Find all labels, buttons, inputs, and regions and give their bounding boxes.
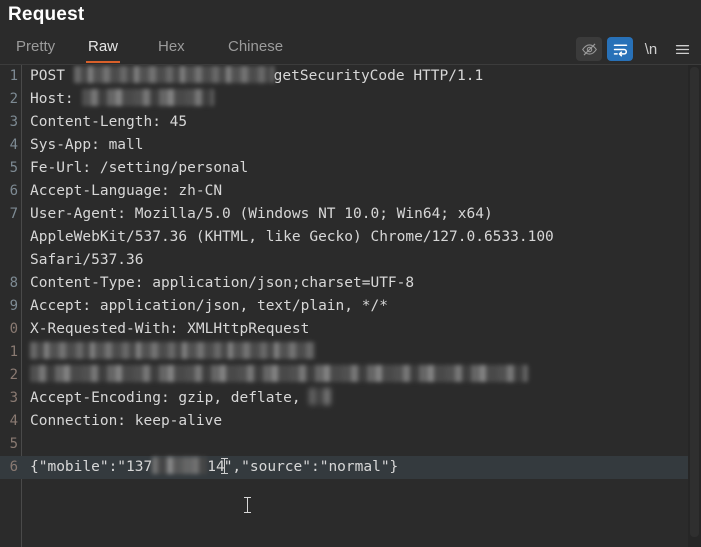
request-viewer-panel: Request Pretty Raw Hex Chinese \n 1 POST…: [0, 0, 701, 547]
raw-request-editor[interactable]: 1 POST getSecurityCode HTTP/1.1 2 Host: 3 Co…: [0, 65, 701, 547]
tab-hex-label: Hex: [158, 38, 185, 55]
code-line-text: AppleWebKit/537.36 (KHTML, like Gecko) C…: [23, 226, 688, 249]
newline-toggle-button[interactable]: \n: [638, 37, 664, 61]
code-text-run: getSecurityCode HTTP/1.1: [273, 68, 484, 84]
code-text-run: Accept: application/json, text/plain, */…: [30, 298, 388, 314]
code-text-run: Accept-Language: zh-CN: [30, 183, 223, 199]
code-line[interactable]: 3 Content-Length: 45: [10, 111, 688, 134]
code-text-run: Safari/537.36: [30, 252, 144, 268]
code-line[interactable]: 5: [10, 433, 688, 456]
editor-toolbar: \n: [576, 34, 695, 64]
redacted-text: [309, 388, 332, 405]
code-text-run: Content-Length: 45: [30, 114, 188, 130]
code-line-text: User-Agent: Mozilla/5.0 (Windows NT 10.0…: [23, 203, 688, 226]
line-number: 4: [9, 137, 18, 153]
code-line[interactable]: AppleWebKit/537.36 (KHTML, like Gecko) C…: [23, 226, 688, 249]
line-number: 8: [9, 275, 18, 291]
tab-raw[interactable]: Raw: [78, 34, 128, 64]
text-caret: [220, 458, 228, 474]
code-line[interactable]: 7 User-Agent: Mozilla/5.0 (Windows NT 10.…: [10, 203, 688, 226]
line-number: 5: [9, 160, 18, 176]
code-text-run: POST: [30, 68, 74, 84]
line-number: 9: [9, 298, 18, 314]
code-line-text: Fe-Url: /setting/personal: [23, 157, 688, 180]
line-number: 0: [9, 321, 18, 337]
code-line[interactable]: 1: [10, 341, 688, 364]
code-text-run: ","source":"normal"}: [223, 459, 399, 475]
code-text-run: User-Agent: Mozilla/5.0 (Windows NT 10.0…: [30, 206, 493, 222]
code-line[interactable]: 6 Accept-Language: zh-CN: [10, 180, 688, 203]
vertical-scrollbar-thumb[interactable]: [690, 67, 699, 537]
code-line[interactable]: 2: [10, 364, 688, 387]
eye-slash-button[interactable]: [576, 37, 602, 61]
hamburger-menu-icon: [674, 41, 691, 58]
code-line[interactable]: 9 Accept: application/json, text/plain, *…: [10, 295, 688, 318]
line-number: 5: [9, 436, 18, 452]
code-line-text: Content-Length: 45: [23, 111, 688, 134]
code-line-text: [23, 341, 688, 364]
code-text-run: Content-Type: application/json;charset=U…: [30, 275, 415, 291]
code-line-text: Content-Type: application/json;charset=U…: [23, 272, 688, 295]
code-line[interactable]: 8 Content-Type: application/json;charset=…: [10, 272, 688, 295]
line-number: 1: [9, 344, 18, 360]
code-line[interactable]: Safari/537.36: [23, 249, 688, 272]
tab-chinese[interactable]: Chinese: [218, 34, 293, 64]
code-lines-container[interactable]: 1 POST getSecurityCode HTTP/1.1 2 Host: 3 Co…: [0, 65, 688, 547]
line-number: 7: [9, 206, 18, 222]
code-line[interactable]: 5 Fe-Url: /setting/personal: [10, 157, 688, 180]
page-title: Request: [8, 4, 85, 25]
eye-slash-icon: [581, 41, 598, 58]
line-number: 1: [9, 68, 18, 84]
vertical-scrollbar[interactable]: [688, 65, 701, 547]
code-text-run: Fe-Url: /setting/personal: [30, 160, 249, 176]
code-text-run: Sys-App: mall: [30, 137, 144, 153]
line-number: 2: [9, 367, 18, 383]
code-line[interactable]: 4 Connection: keep-alive: [10, 410, 688, 433]
tab-raw-label: Raw: [88, 38, 119, 55]
code-line-text: Safari/537.36: [23, 249, 688, 272]
tab-hex[interactable]: Hex: [148, 34, 195, 64]
code-line-text: [23, 364, 688, 387]
code-text-run: Connection: keep-alive: [30, 413, 223, 429]
code-text-run: AppleWebKit/537.36 (KHTML, like Gecko) C…: [30, 229, 554, 245]
line-number: 3: [9, 114, 18, 130]
newline-label: \n: [644, 40, 658, 58]
redacted-text: [30, 365, 528, 382]
code-line[interactable]: 4 Sys-App: mall: [10, 134, 688, 157]
code-line-text: Host:: [23, 88, 688, 111]
code-text-run: Accept-Encoding: gzip, deflate,: [30, 390, 310, 406]
line-number: 6: [9, 183, 18, 199]
redacted-text: [82, 89, 215, 106]
line-number: 6: [9, 459, 18, 475]
code-line-text: {"mobile":"137 14","source":"normal"}: [23, 456, 688, 479]
word-wrap-icon: [612, 41, 629, 58]
line-number: 4: [9, 413, 18, 429]
tab-chinese-label: Chinese: [228, 38, 284, 55]
code-line-text: Accept-Language: zh-CN: [23, 180, 688, 203]
tab-pretty[interactable]: Pretty: [6, 34, 65, 64]
code-line-text: Connection: keep-alive: [23, 410, 688, 433]
code-line-text: Accept: application/json, text/plain, */…: [23, 295, 688, 318]
redacted-text: [30, 342, 315, 359]
code-line[interactable]: 6 {"mobile":"137 14","source":"normal"}: [0, 456, 688, 479]
word-wrap-button[interactable]: [607, 37, 633, 61]
code-line-text: Sys-App: mall: [23, 134, 688, 157]
redacted-text: [152, 457, 208, 474]
code-line-text: POST getSecurityCode HTTP/1.1: [23, 65, 688, 88]
code-line-text: Accept-Encoding: gzip, deflate,: [23, 387, 688, 410]
code-text-run: {"mobile":"137: [30, 459, 153, 475]
code-line[interactable]: 1 POST getSecurityCode HTTP/1.1: [10, 65, 688, 88]
code-line[interactable]: 0 X-Requested-With: XMLHttpRequest: [10, 318, 688, 341]
code-line-text: X-Requested-With: XMLHttpRequest: [23, 318, 688, 341]
redacted-text: [73, 66, 274, 83]
tab-pretty-label: Pretty: [16, 38, 56, 55]
code-text-run: Host:: [30, 91, 83, 107]
code-line[interactable]: 2 Host:: [10, 88, 688, 111]
code-line[interactable]: 3 Accept-Encoding: gzip, deflate,: [10, 387, 688, 410]
menu-button[interactable]: [669, 37, 695, 61]
code-text-run: X-Requested-With: XMLHttpRequest: [30, 321, 310, 337]
line-number: 3: [9, 390, 18, 406]
line-number: 2: [9, 91, 18, 107]
